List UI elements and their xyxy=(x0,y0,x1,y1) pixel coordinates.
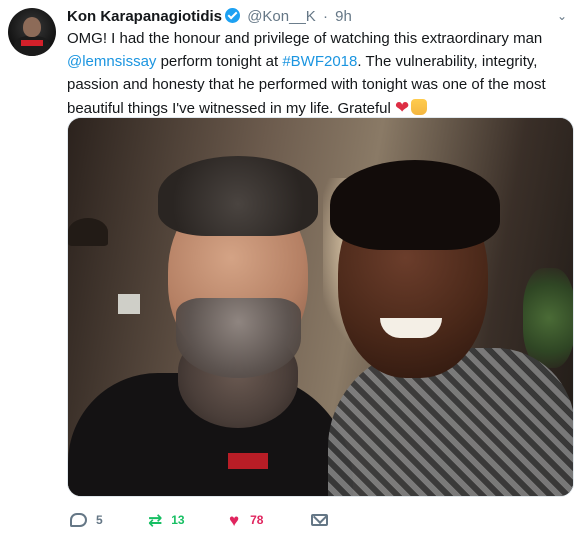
author-handle[interactable]: @Kon__K xyxy=(247,8,316,25)
tweet-photo[interactable] xyxy=(67,117,574,497)
like-count: 78 xyxy=(250,513,264,527)
mention-link[interactable]: @lemnsissay xyxy=(67,53,156,70)
tweet-card[interactable]: Kon Karapanagiotidis @Kon__K · 9h ⌄ OMG!… xyxy=(0,0,582,539)
tweet-text-part: OMG! I had the honour and privilege of w… xyxy=(67,30,543,47)
author-avatar[interactable] xyxy=(8,8,56,56)
tweet-text: OMG! I had the honour and privilege of w… xyxy=(67,27,577,120)
chevron-down-icon[interactable]: ⌄ xyxy=(552,6,572,26)
verified-badge-icon xyxy=(225,8,241,23)
tweet-time[interactable]: 9h xyxy=(335,8,352,25)
red-heart-emoji-icon: ❤ xyxy=(395,98,410,117)
author-name[interactable]: Kon Karapanagiotidis xyxy=(67,8,222,25)
retweet-count: 13 xyxy=(171,513,185,527)
reply-count: 5 xyxy=(96,513,103,527)
reply-icon xyxy=(70,513,87,527)
folded-hands-emoji-icon xyxy=(411,99,428,115)
envelope-icon xyxy=(311,514,328,526)
like-button[interactable]: ♥ 78 xyxy=(229,509,263,531)
tweet-text-part: perform tonight at xyxy=(156,53,283,70)
tweet-header: Kon Karapanagiotidis @Kon__K · 9h xyxy=(67,7,552,27)
direct-message-button[interactable] xyxy=(311,509,328,531)
retweet-icon: ⇄ xyxy=(148,510,163,530)
hashtag-link[interactable]: #BWF2018 xyxy=(282,53,357,70)
heart-icon: ♥ xyxy=(229,510,240,530)
retweet-button[interactable]: ⇄ 13 xyxy=(148,509,185,531)
reply-button[interactable]: 5 xyxy=(70,509,103,531)
meta-separator: · xyxy=(322,8,328,25)
